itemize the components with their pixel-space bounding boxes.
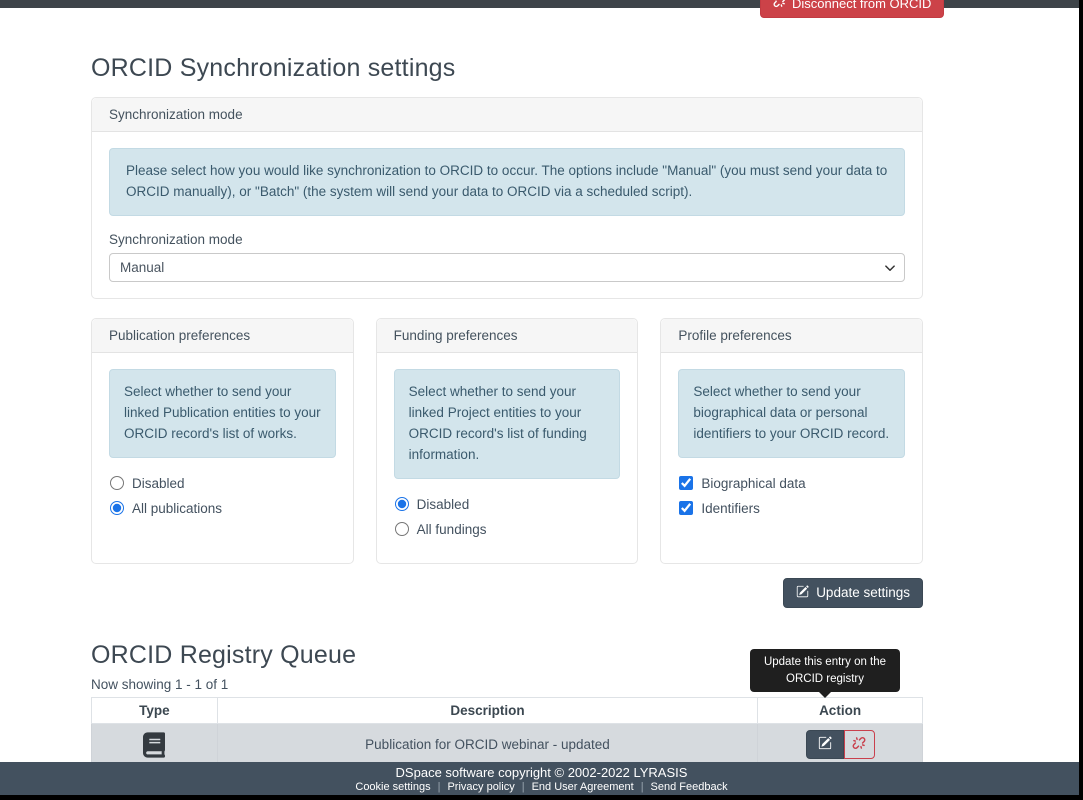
profile-option-biographical-checkbox[interactable] [679,476,693,490]
sync-mode-card-title: Synchronization mode [92,98,922,132]
profile-option-identifiers[interactable]: Identifiers [679,501,905,516]
orcid-queue-table: Type Description Action Publication for … [91,697,923,767]
publication-preferences-alert: Select whether to send your linked Publi… [109,369,336,458]
disconnect-orcid-label: Disconnect from ORCID [792,0,931,11]
edit-icon [796,585,809,601]
funding-preferences-card: Funding preferences Select whether to se… [376,318,639,564]
window-edge-right [1079,0,1083,800]
column-header-description: Description [217,697,757,723]
footer: DSpace software copyright © 2002-2022 LY… [0,762,1083,795]
unlink-icon [773,0,786,11]
publication-option-all-radio[interactable] [110,501,124,515]
footer-link-end-user-agreement[interactable]: End User Agreement [532,781,634,793]
disconnect-orcid-button[interactable]: Disconnect from ORCID [760,0,944,18]
sync-mode-info-alert: Please select how you would like synchro… [109,148,905,216]
column-header-type: Type [92,697,218,723]
unlink-icon [852,736,866,753]
sync-mode-select-wrap: Manual [109,253,905,282]
footer-separator: | [641,781,644,793]
footer-copyright: DSpace software copyright © 2002-2022 LY… [396,765,688,780]
profile-option-identifiers-checkbox[interactable] [679,501,693,515]
publication-option-all[interactable]: All publications [110,501,336,516]
sync-mode-card: Synchronization mode Please select how y… [91,97,923,299]
profile-preferences-title: Profile preferences [661,319,922,353]
page-title: ORCID Synchronization settings [91,54,923,83]
funding-option-disabled[interactable]: Disabled [395,497,621,512]
update-entry-button[interactable] [806,730,844,759]
funding-option-all-radio[interactable] [395,522,409,536]
publication-option-disabled[interactable]: Disabled [110,476,336,491]
update-settings-label: Update settings [816,585,910,600]
row-action-cell [758,723,923,766]
update-entry-tooltip: Update this entry on the ORCID registry [750,649,900,692]
sync-mode-select[interactable]: Manual [109,253,905,282]
funding-option-disabled-radio[interactable] [395,497,409,511]
funding-preferences-title: Funding preferences [377,319,638,353]
footer-separator: | [522,781,525,793]
book-icon [143,736,165,751]
publication-preferences-card: Publication preferences Select whether t… [91,318,354,564]
funding-preferences-alert: Select whether to send your linked Proje… [394,369,621,479]
profile-option-biographical[interactable]: Biographical data [679,476,905,491]
window-edge-bottom [0,795,1083,800]
profile-preferences-card: Profile preferences Select whether to se… [660,318,923,564]
funding-option-all[interactable]: All fundings [395,522,621,537]
table-row: Publication for ORCID webinar - updated [92,723,923,766]
edit-icon [818,736,832,753]
publication-preferences-title: Publication preferences [92,319,353,353]
footer-separator: | [438,781,441,793]
column-header-action: Action [758,697,923,723]
sync-mode-field-label: Synchronization mode [109,232,905,247]
preferences-row: Publication preferences Select whether t… [91,318,923,564]
footer-link-cookie-settings[interactable]: Cookie settings [355,781,430,793]
row-description-cell: Publication for ORCID webinar - updated [217,723,757,766]
footer-link-privacy-policy[interactable]: Privacy policy [447,781,514,793]
row-type-cell [92,723,218,766]
footer-link-send-feedback[interactable]: Send Feedback [651,781,728,793]
discard-entry-button[interactable] [844,730,875,759]
profile-preferences-alert: Select whether to send your biographical… [678,369,905,458]
update-settings-button[interactable]: Update settings [783,578,923,608]
publication-option-disabled-radio[interactable] [110,476,124,490]
